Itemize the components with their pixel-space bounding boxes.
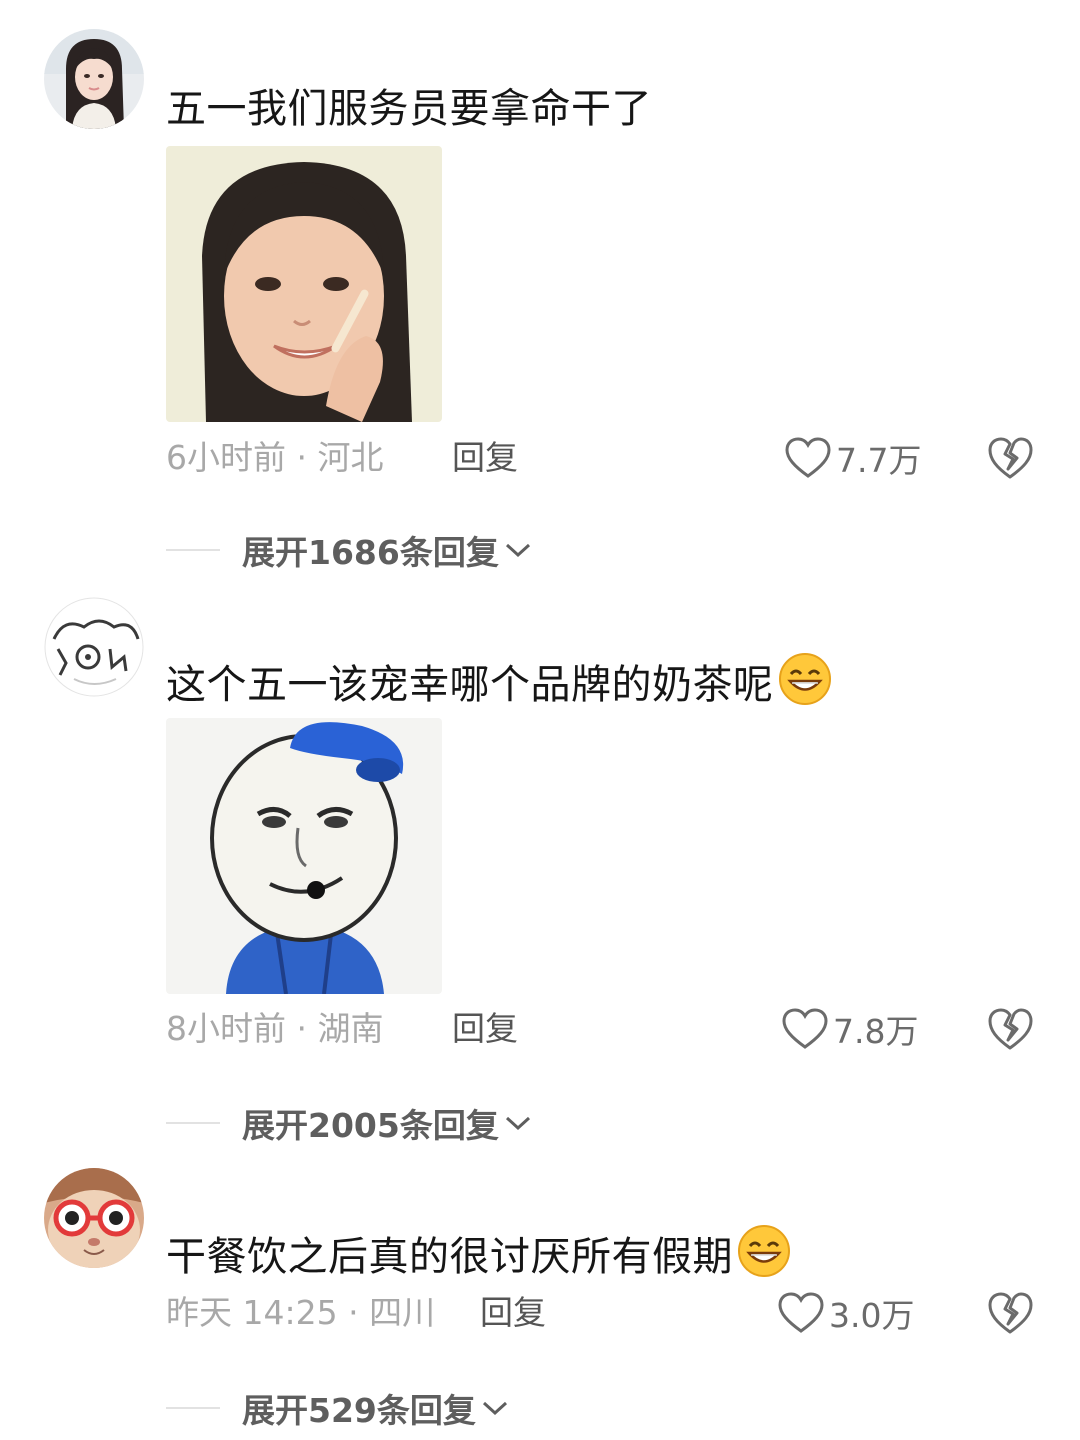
dislike-button[interactable] — [986, 1005, 1034, 1053]
reply-button[interactable]: 回复 — [452, 436, 518, 480]
meta-separator: · — [296, 438, 308, 477]
expand-divider — [166, 1122, 220, 1124]
expand-replies-label: 展开2005条回复 — [242, 1106, 499, 1145]
doodle-cat-avatar-icon — [44, 597, 144, 697]
comment-text: 干餐饮之后真的很讨厌所有假期 — [166, 1224, 791, 1293]
comment-location: 湖南 — [317, 1009, 384, 1048]
waiter-meme-sticker-icon — [166, 718, 442, 994]
avatar[interactable] — [44, 1168, 144, 1268]
expand-replies-label: 展开529条回复 — [242, 1391, 476, 1430]
comment-location: 河北 — [317, 438, 384, 477]
reply-button[interactable]: 回复 — [452, 1007, 518, 1051]
chevron-down-icon — [482, 1401, 507, 1416]
comment-text-content: 干餐饮之后真的很讨厌所有假期 — [166, 1234, 733, 1280]
broken-heart-icon — [988, 1292, 1033, 1334]
expand-replies[interactable]: 展开2005条回复 — [166, 1101, 533, 1145]
comment-text: 五一我们服务员要拿命干了 — [166, 81, 652, 137]
broken-heart-icon — [988, 1008, 1033, 1050]
meta-separator: · — [348, 1293, 359, 1332]
comment-time: 8小时前 — [166, 1009, 286, 1048]
expand-replies-label: 展开1686条回复 — [242, 533, 499, 572]
chevron-down-icon — [505, 543, 530, 558]
reply-button[interactable]: 回复 — [480, 1291, 546, 1335]
like-button[interactable]: 7.8万 — [781, 1005, 918, 1053]
expand-divider — [166, 1407, 220, 1409]
grin-emoji-icon — [737, 1224, 791, 1293]
heart-icon — [785, 437, 831, 478]
comment-location: 四川 — [369, 1293, 436, 1332]
expand-replies[interactable]: 展开1686条回复 — [166, 528, 533, 572]
comment-meta: 6小时前 · 河北 — [166, 436, 384, 480]
expand-divider — [166, 549, 220, 551]
comment-text-content: 这个五一该宠幸哪个品牌的奶茶呢 — [166, 662, 774, 708]
comment-meta: 昨天 14:25 · 四川 — [166, 1291, 435, 1335]
comment-sticker[interactable] — [166, 718, 442, 994]
girl-portrait-avatar-icon — [44, 29, 144, 129]
chevron-down-icon — [505, 1116, 530, 1131]
comment-sticker[interactable] — [166, 146, 442, 422]
broken-heart-icon — [988, 437, 1033, 479]
comment-meta: 8小时前 · 湖南 — [166, 1007, 384, 1051]
avatar[interactable] — [44, 29, 144, 129]
like-button[interactable]: 7.7万 — [784, 434, 921, 482]
cat-with-glasses-avatar-icon — [44, 1168, 144, 1268]
like-button[interactable]: 3.0万 — [777, 1289, 914, 1337]
heart-icon — [778, 1292, 824, 1333]
dislike-button[interactable] — [986, 434, 1034, 482]
like-count: 3.0万 — [829, 1296, 915, 1335]
comment-time: 昨天 14:25 — [166, 1293, 338, 1332]
dislike-button[interactable] — [986, 1289, 1034, 1337]
meta-separator: · — [296, 1009, 308, 1048]
heart-icon — [782, 1008, 828, 1049]
comment-time: 6小时前 — [166, 438, 286, 477]
comment-text-content: 五一我们服务员要拿命干了 — [166, 86, 652, 132]
like-count: 7.8万 — [833, 1012, 919, 1051]
avatar[interactable] — [44, 597, 144, 697]
comment-text: 这个五一该宠幸哪个品牌的奶茶呢 — [166, 652, 832, 721]
smiling-girl-sticker-icon — [166, 146, 442, 422]
expand-replies[interactable]: 展开529条回复 — [166, 1386, 510, 1430]
like-count: 7.7万 — [836, 441, 922, 480]
grin-emoji-icon — [778, 652, 832, 721]
